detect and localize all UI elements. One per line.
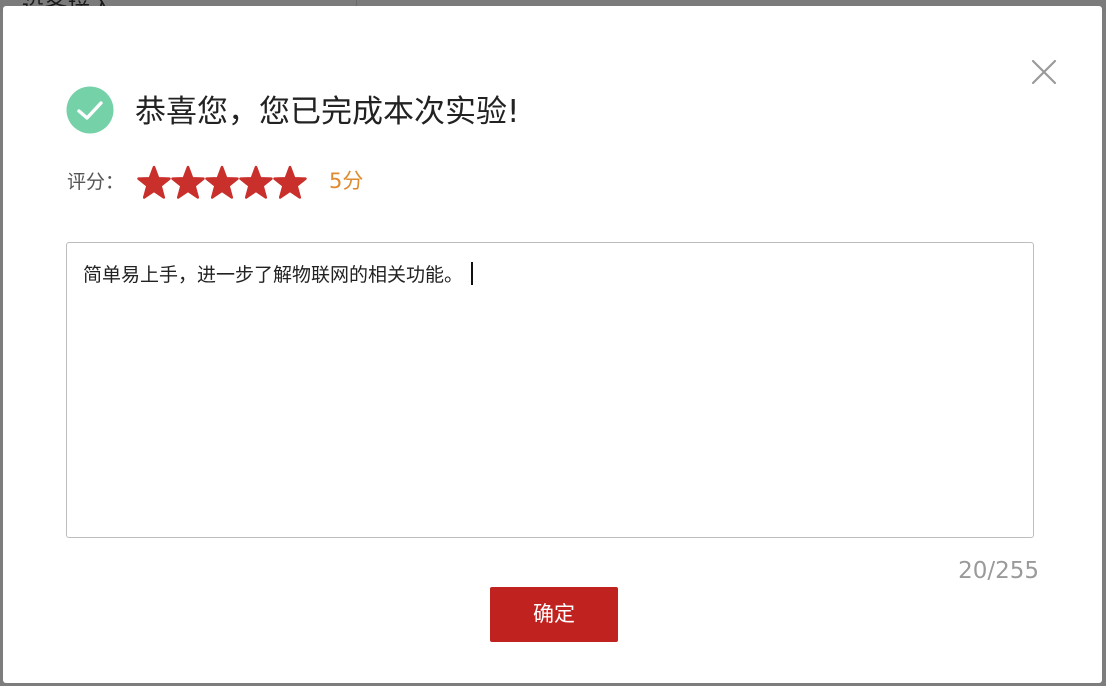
star-icon[interactable] bbox=[137, 160, 171, 202]
star-icon[interactable] bbox=[239, 160, 273, 202]
rating-label: 评分： bbox=[67, 171, 125, 193]
close-icon bbox=[1031, 59, 1057, 85]
character-counter: 20/255 bbox=[958, 558, 1039, 584]
completion-dialog: 恭喜您，您已完成本次实验! 评分： 5分 简单易上手，进一步了解物联网的相关功能… bbox=[3, 6, 1102, 683]
close-button[interactable] bbox=[1027, 55, 1063, 91]
check-circle-icon bbox=[66, 86, 114, 134]
star-icon[interactable] bbox=[205, 160, 239, 202]
dialog-title: 恭喜您，您已完成本次实验! bbox=[135, 94, 520, 130]
confirm-button[interactable]: 确定 bbox=[490, 587, 618, 642]
text-cursor bbox=[471, 262, 473, 285]
rating-score: 5分 bbox=[329, 169, 364, 193]
comment-text: 简单易上手，进一步了解物联网的相关功能。 bbox=[83, 264, 464, 286]
comment-textarea[interactable]: 简单易上手，进一步了解物联网的相关功能。 bbox=[66, 242, 1034, 538]
star-icon[interactable] bbox=[171, 160, 205, 202]
star-icon[interactable] bbox=[273, 160, 307, 202]
star-rating[interactable] bbox=[137, 160, 307, 202]
